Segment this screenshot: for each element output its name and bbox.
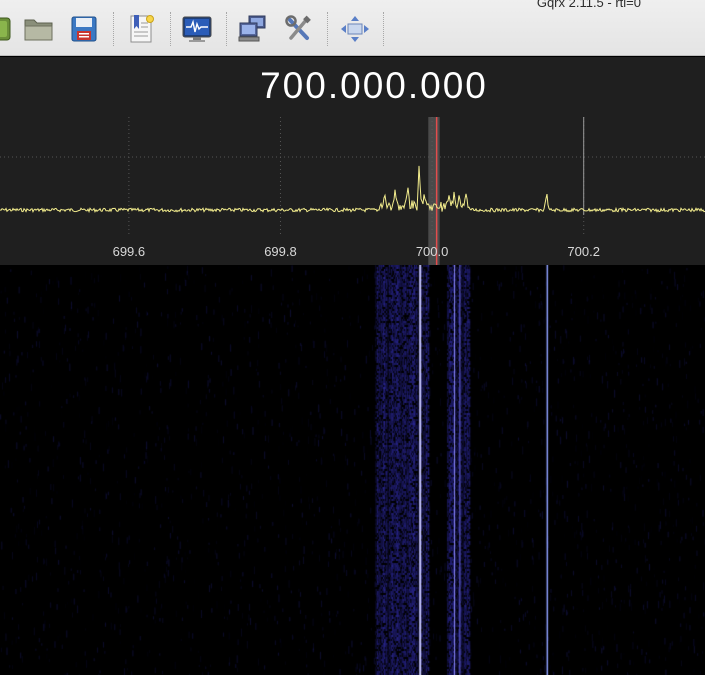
io-devices-button[interactable] [180, 12, 214, 46]
configure-button[interactable] [282, 12, 316, 46]
monitor-waveform-icon [182, 16, 212, 42]
x-tick-label: 699.8 [264, 244, 297, 259]
save-settings-button[interactable] [67, 12, 101, 46]
toolbar-separator [327, 12, 328, 46]
floppy-disk-icon [71, 16, 97, 42]
open-file-button[interactable] [22, 12, 56, 46]
frequency-display[interactable]: 700.000.000 [0, 65, 705, 107]
spectrum-plot[interactable]: 699.6 699.8 700.0 700.2 700.000.000 [0, 57, 705, 265]
waterfall-display[interactable] [0, 265, 705, 675]
toolbar-separator [383, 12, 384, 46]
gqrx-window: Gqrx 2.11.5 - rtl=0 699.6 699.8 700.0 70… [0, 0, 705, 675]
network-computers-icon [238, 15, 266, 42]
tools-icon [285, 15, 311, 40]
waterfall-canvas[interactable] [0, 265, 705, 675]
toolbar-separator [226, 12, 227, 46]
bookmark-document-icon [130, 15, 154, 43]
power-icon [0, 17, 11, 41]
start-dsp-button[interactable] [0, 12, 14, 46]
window-title: Gqrx 2.11.5 - rtl=0 [536, 0, 641, 10]
folder-open-icon [24, 19, 53, 41]
toolbar-separator [113, 12, 114, 46]
expand-arrows-icon [341, 16, 369, 42]
spectrum-trace [0, 165, 705, 214]
toolbar-separator [170, 12, 171, 46]
x-tick-label: 699.6 [113, 244, 146, 259]
x-tick-label: 700.2 [567, 244, 600, 259]
x-tick-label: 700.0 [416, 244, 449, 259]
fft-fullscreen-button[interactable] [338, 12, 372, 46]
filter-passband [428, 117, 440, 265]
bookmarks-button[interactable] [124, 12, 158, 46]
remote-control-button[interactable] [236, 12, 270, 46]
main-toolbar: Gqrx 2.11.5 - rtl=0 [0, 0, 705, 56]
